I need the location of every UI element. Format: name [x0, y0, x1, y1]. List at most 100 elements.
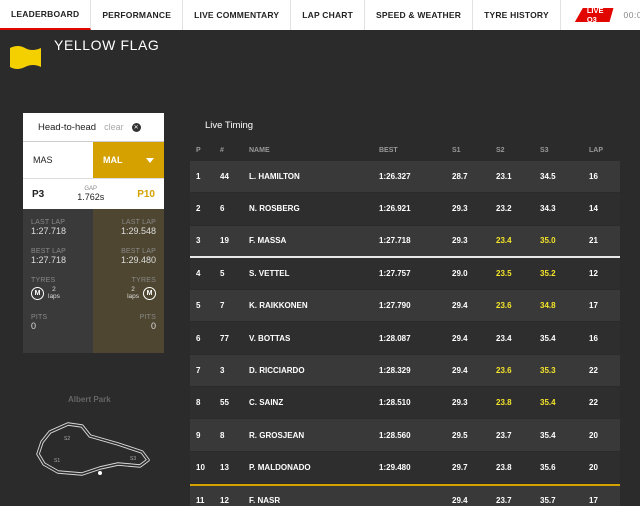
row-best-time: 1:29.480	[379, 462, 411, 472]
position-gap-row: P3 GAP 1.762s P10	[23, 178, 164, 209]
chevron-down-icon	[146, 158, 154, 163]
row-position: 4	[196, 269, 201, 279]
tab-tyre-history[interactable]: TYRE HISTORY	[473, 0, 561, 30]
tab-performance[interactable]: PERFORMANCE	[91, 0, 184, 30]
table-row[interactable]: 11 12 F. NASR 29.4 23.7 35.7 17	[190, 483, 620, 506]
tab-live-commentary[interactable]: LIVE COMMENTARY	[183, 0, 292, 30]
row-s1: 29.4	[452, 301, 468, 311]
left-tyre-laps-count: 2	[52, 286, 56, 293]
table-row[interactable]: 9 8 R. GROSJEAN 1:28.560 29.5 23.7 35.4 20	[190, 419, 620, 452]
row-s3: 35.4	[540, 333, 556, 343]
head-to-head-stats: LAST LAP 1:27.718 BEST LAP 1:27.718 TYRE…	[23, 209, 164, 353]
tab-speed-weather[interactable]: SPEED & WEATHER	[365, 0, 474, 30]
left-tyre-laps-word: laps	[48, 293, 60, 300]
table-row[interactable]: 7 3 D. RICCIARDO 1:28.329 29.4 23.6 35.3 22	[190, 354, 620, 388]
row-position: 2	[196, 204, 201, 214]
table-body: 1 44 L. HAMILTON 1:26.327 28.7 23.1 34.5 16 2 6 N.…	[190, 161, 620, 506]
row-s3: 34.5	[540, 172, 556, 182]
row-best-time: 1:28.510	[379, 398, 411, 408]
right-driver-code: MAL	[103, 155, 123, 165]
row-driver-name: L. HAMILTON	[249, 172, 300, 182]
row-position: 6	[196, 333, 201, 343]
row-driver-name: F. NASR	[249, 496, 281, 506]
medium-tyre-icon: M	[31, 286, 44, 300]
col-lap: LAP	[589, 146, 603, 154]
row-lap: 16	[589, 172, 598, 182]
row-best-time: 1:26.921	[379, 204, 411, 214]
left-driver-position: P3	[32, 188, 45, 200]
table-row[interactable]: 6 77 V. BOTTAS 1:28.087 29.4 23.4 35.4 16	[190, 322, 620, 355]
right-driver-selector[interactable]: MAL	[93, 142, 164, 178]
right-best-lap: 1:29.480	[120, 255, 156, 265]
row-lap: 16	[589, 333, 598, 343]
best-lap-label: BEST LAP	[31, 248, 66, 255]
row-position: 7	[196, 365, 201, 375]
row-position: 10	[196, 462, 205, 472]
right-tyre-laps: 2 laps	[127, 286, 139, 300]
row-position: 11	[196, 496, 205, 506]
row-position: 5	[196, 301, 201, 311]
table-row[interactable]: 2 6 N. ROSBERG 1:26.921 29.3 23.2 34.3 14	[190, 193, 620, 226]
row-s1: 28.7	[452, 172, 468, 182]
table-row[interactable]: 3 19 F. MASSA 1:27.718 29.3 23.4 35.0 21	[190, 225, 620, 258]
tab-leaderboard[interactable]: LEADERBOARD	[0, 0, 92, 30]
session-clock: 00:00:00	[623, 10, 640, 20]
tab-lap-chart[interactable]: LAP CHART	[291, 0, 366, 30]
row-s3: 35.7	[540, 496, 556, 506]
row-s2: 23.6	[496, 301, 512, 311]
tyres-label: TYRES	[31, 277, 56, 284]
close-icon[interactable]: ✕	[131, 122, 141, 132]
table-row[interactable]: 5 7 K. RAIKKONEN 1:27.790 29.4 23.6 34.8 17	[190, 290, 620, 323]
row-s1: 29.4	[452, 333, 468, 343]
table-row[interactable]: 10 13 P. MALDONADO 1:29.480 29.7 23.8 35.6 20	[190, 451, 620, 484]
row-s2: 23.4	[496, 236, 512, 246]
left-tyre: M 2 laps	[31, 286, 85, 300]
row-best-time: 1:28.329	[379, 365, 411, 375]
row-s2: 23.5	[496, 269, 512, 279]
row-number: 12	[220, 496, 229, 506]
gap-value: 1.762s	[77, 192, 105, 202]
row-s2: 23.7	[496, 496, 512, 506]
left-driver-selector[interactable]: MAS	[23, 142, 93, 178]
row-best-time: 1:27.757	[379, 269, 411, 279]
table-row[interactable]: 1 44 L. HAMILTON 1:26.327 28.7 23.1 34.5 16	[190, 161, 620, 194]
table-row[interactable]: 4 5 S. VETTEL 1:27.757 29.0 23.5 35.2 12	[190, 257, 620, 291]
left-last-lap: 1:27.718	[31, 226, 67, 236]
row-s1: 29.4	[452, 496, 468, 506]
circuit-map: S2 S1 S3	[36, 422, 150, 476]
circuit-name: Albert Park	[68, 395, 111, 404]
left-driver-stats: LAST LAP 1:27.718 BEST LAP 1:27.718 TYRE…	[23, 209, 93, 353]
col-s2: S2	[496, 146, 505, 154]
gap-display: GAP 1.762s	[77, 186, 104, 202]
live-session-badge: LIVE Q3	[575, 8, 614, 22]
table-header: P # NAME BEST S1 S2 S3 LAP	[190, 139, 620, 161]
row-number: 8	[220, 430, 225, 440]
live-timing-title: Live Timing	[205, 120, 254, 131]
right-tyre: 2 laps M	[101, 286, 156, 300]
row-lap: 12	[589, 269, 598, 279]
right-last-lap: 1:29.548	[120, 226, 156, 236]
last-lap-label: LAST LAP	[121, 219, 156, 226]
row-best-time: 1:26.327	[379, 172, 411, 182]
col-s1: S1	[452, 146, 461, 154]
row-s2: 23.7	[496, 430, 512, 440]
row-s2: 23.8	[496, 398, 512, 408]
row-s2: 23.2	[496, 204, 512, 214]
clear-link[interactable]: clear	[104, 122, 124, 132]
row-driver-name: S. VETTEL	[249, 269, 290, 279]
table-row[interactable]: 8 55 C. SAINZ 1:28.510 29.3 23.8 35.4 22	[190, 387, 620, 420]
row-lap: 22	[589, 398, 598, 408]
right-tyre-laps-count: 2	[131, 286, 135, 293]
row-best-time: 1:28.560	[379, 430, 411, 440]
row-best-time: 1:27.790	[379, 301, 411, 311]
row-s1: 29.3	[452, 398, 468, 408]
left-tyre-laps: 2 laps	[48, 286, 60, 300]
sector-label-s3: S3	[130, 456, 136, 462]
yellow-flag-icon	[10, 46, 41, 69]
left-pits: 0	[31, 321, 37, 331]
row-s3: 35.4	[540, 430, 556, 440]
row-lap: 20	[589, 430, 598, 440]
row-number: 3	[220, 365, 225, 375]
right-pits: 0	[150, 321, 156, 331]
pits-label: PITS	[31, 314, 48, 321]
